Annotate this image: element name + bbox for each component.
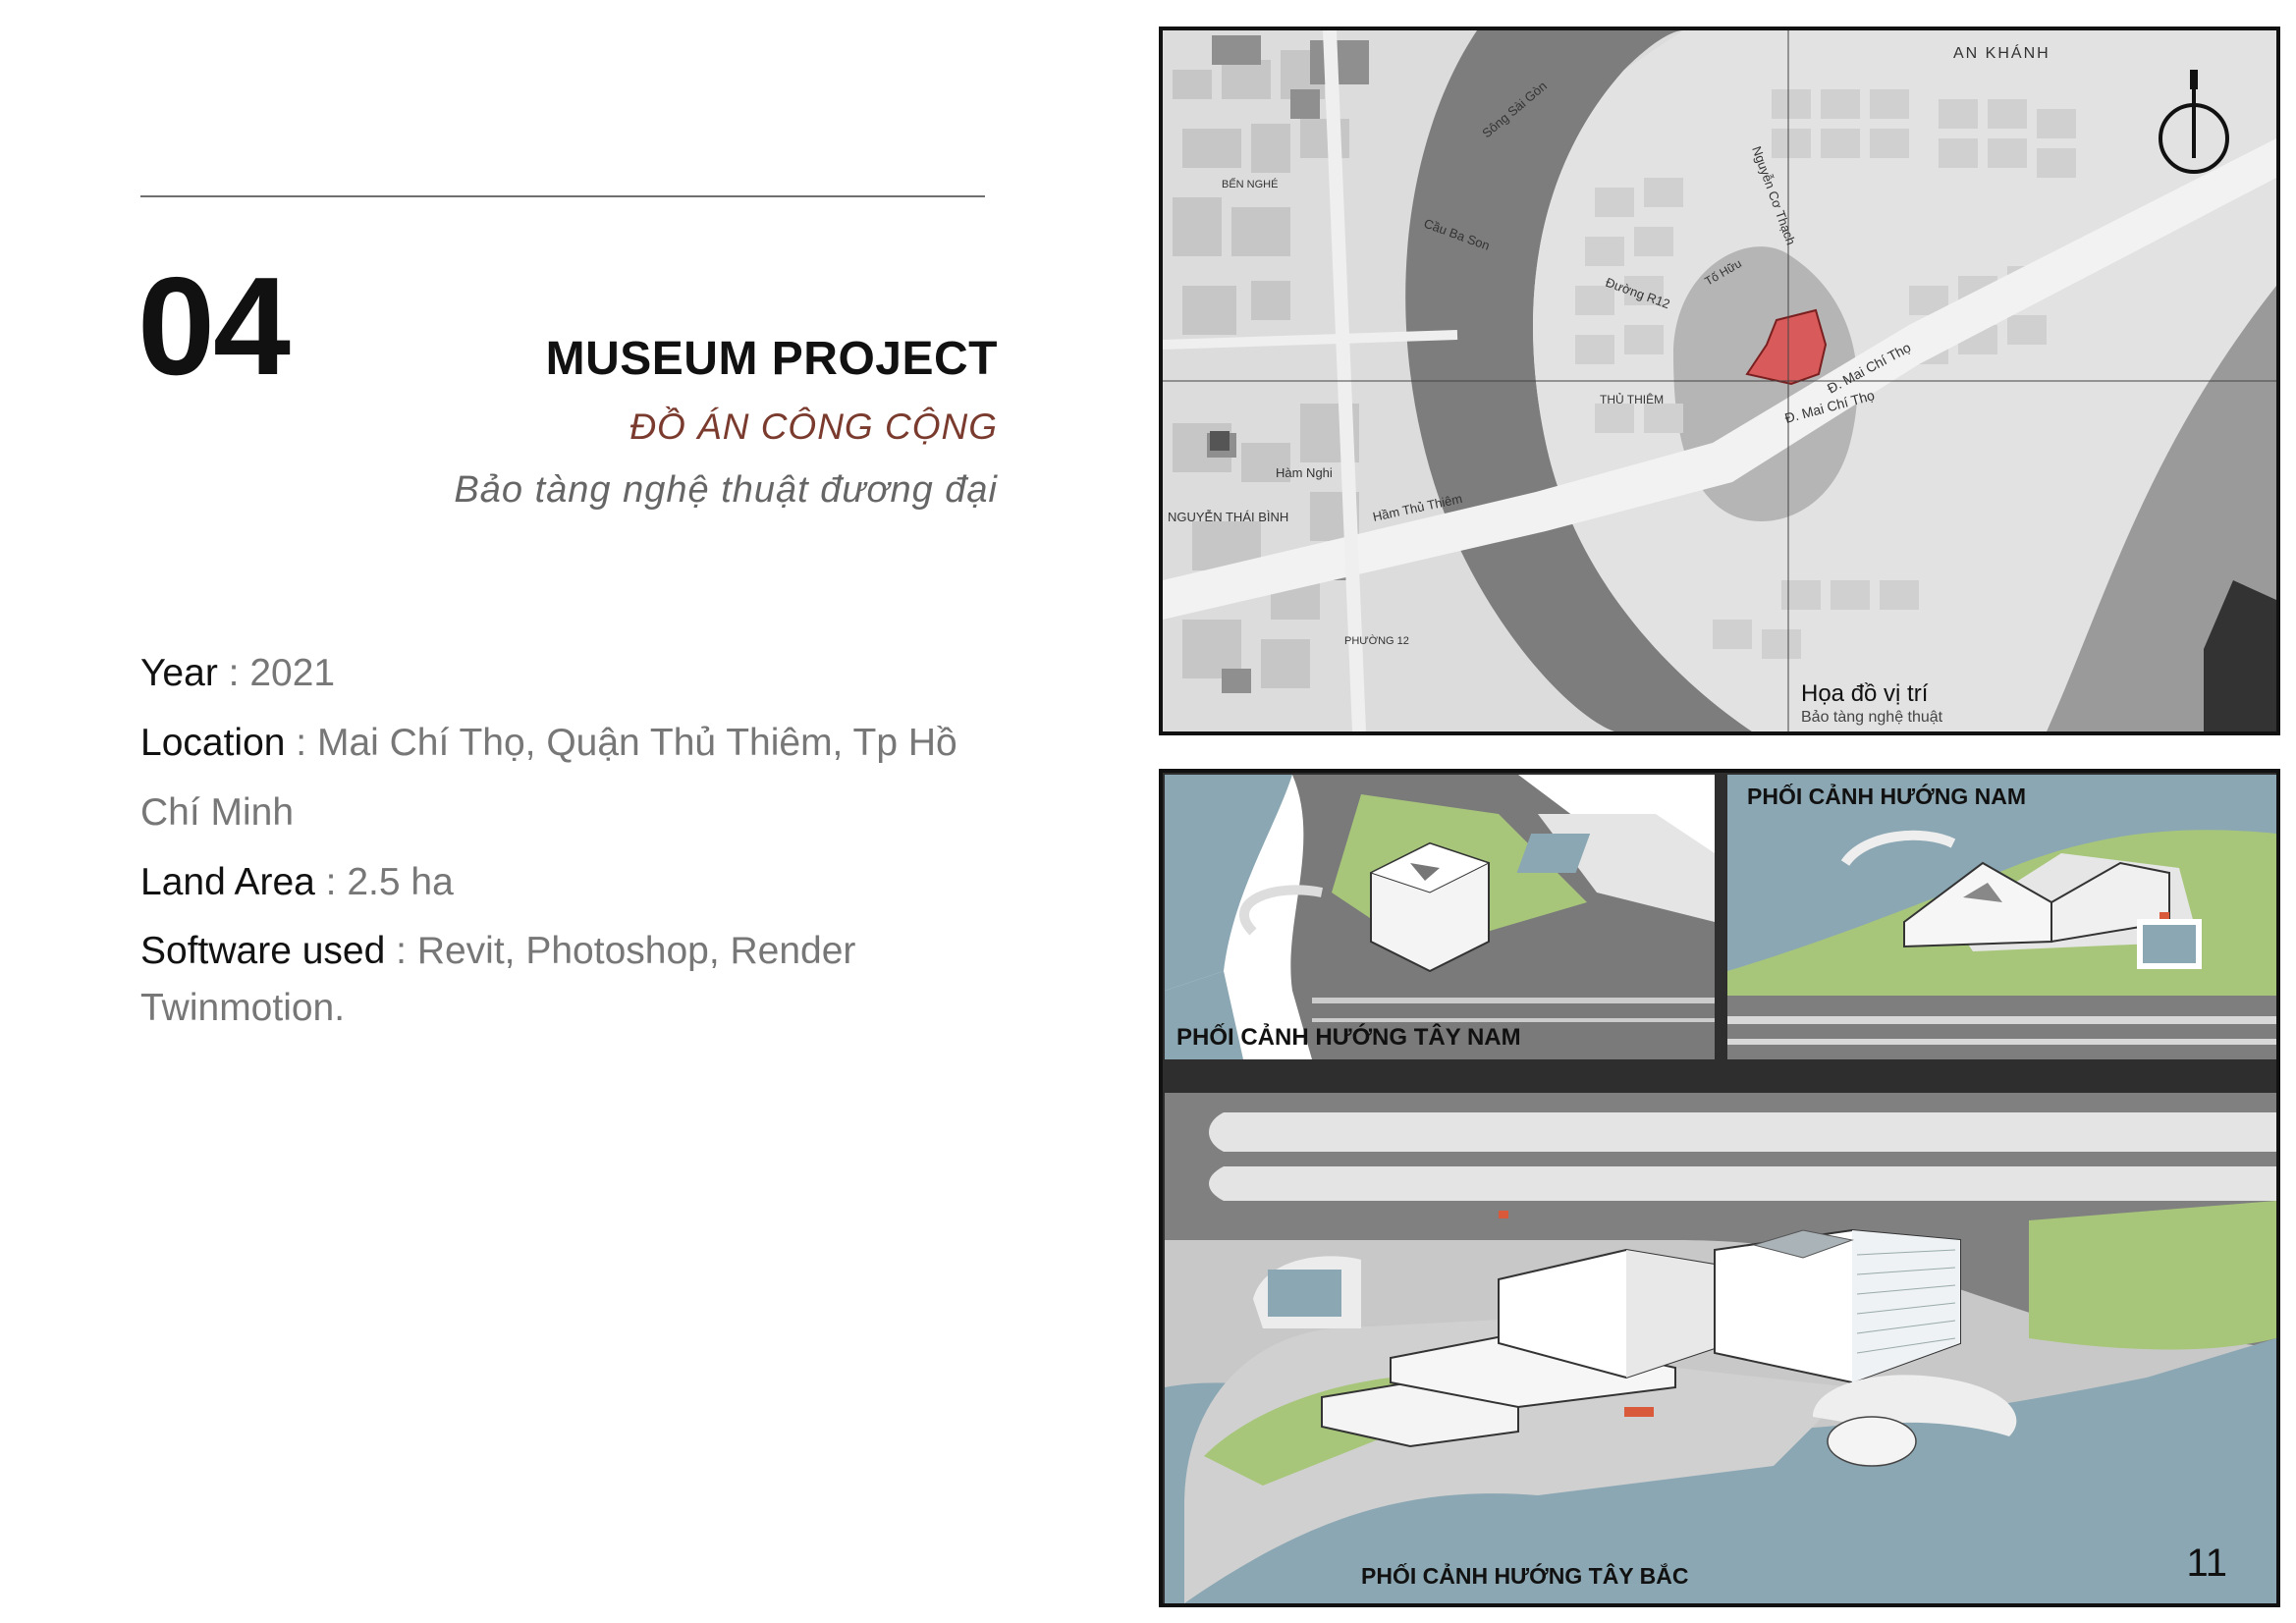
title-block: MUSEUM PROJECT ĐỒ ÁN CÔNG CỘNG Bảo tàng … [212,336,998,512]
map-label-ham-nghi: Hàm Nghi [1276,465,1333,480]
render-northwest: PHỐI CẢNH HƯỚNG TÂY BẮC [1165,1093,2276,1603]
page-number: 11 [2186,1542,2227,1585]
render-board: PHỐI CẢNH HƯỚNG TÂY NAM PHỐI CẢNH HƯỚNG … [1159,769,2280,1607]
render-south: PHỐI CẢNH HƯỚNG NAM [1727,775,2276,1059]
map-label-ben-nghe: BẾN NGHÉ [1222,178,1278,190]
map-caption-sub: Bảo tàng nghệ thuật [1801,709,1943,726]
caption-south: PHỐI CẢNH HƯỚNG NAM [1747,782,2026,809]
project-info: Year : 2021 Location : Mai Chí Thọ, Quận… [140,638,985,1037]
header-rule [140,195,985,197]
caption-northwest: PHỐI CẢNH HƯỚNG TÂY BẮC [1361,1561,1688,1589]
map-label-an-khanh: AN KHÁNH [1953,43,2050,62]
info-land-area: Land Area : 2.5 ha [140,861,454,903]
project-title: MUSEUM PROJECT [545,333,998,385]
info-year: Year : 2021 [140,652,336,694]
project-description: Bảo tàng nghệ thuật đương đại [454,469,998,511]
map-label-nguyen-thai-binh: NGUYỄN THÁI BÌNH [1168,510,1288,524]
map-caption-title: Họa đồ vị trí [1801,680,1929,707]
location-map: AN KHÁNH Đ. Mai Chí Thọ Đ. Mai Chí Thọ Đ… [1159,27,2280,735]
map-label-phuong-12: PHƯỜNG 12 [1344,634,1409,647]
map-label-thu-thiem: THỦ THIÊM [1600,392,1664,406]
project-subtitle: ĐỒ ÁN CÔNG CỘNG [629,406,998,447]
caption-southwest: PHỐI CẢNH HƯỚNG TÂY NAM [1176,1022,1521,1051]
map-graphic: AN KHÁNH Đ. Mai Chí Thọ Đ. Mai Chí Thọ Đ… [1163,30,2276,731]
render-southwest: PHỐI CẢNH HƯỚNG TÂY NAM [1165,775,1715,1059]
info-software: Software used : Revit, Photoshop, Render… [140,930,856,1029]
info-location: Location : Mai Chí Thọ, Quận Thủ Thiêm, … [140,722,957,834]
